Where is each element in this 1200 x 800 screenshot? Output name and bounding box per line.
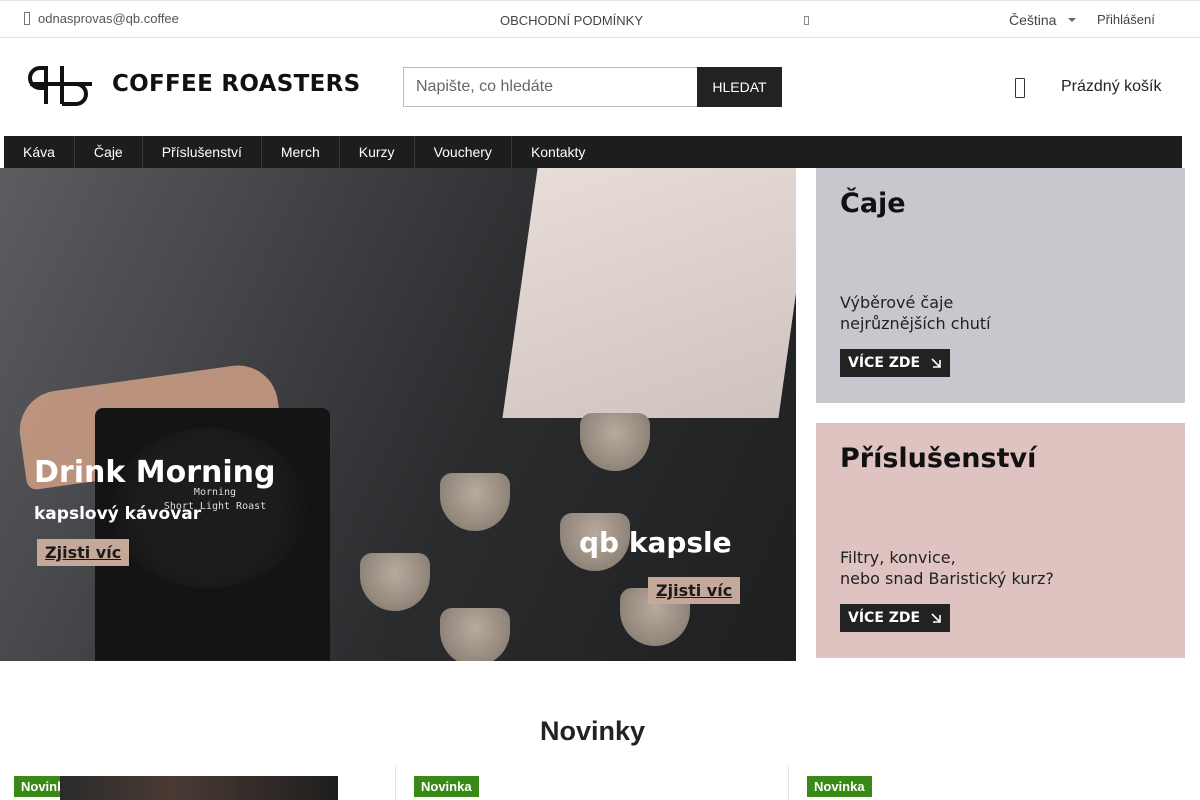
login-link[interactable]: Přihlášení [1097, 12, 1155, 27]
mail-icon [24, 12, 30, 25]
accessories-banner-desc: Filtry, konvice, nebo snad Baristický ku… [840, 548, 1054, 588]
nav-item-merch[interactable]: Merch [262, 136, 340, 168]
hero-left-title: Drink Morning [34, 455, 276, 490]
search-button[interactable]: HLEDAT [697, 67, 782, 107]
nav-item-prislusenstvi[interactable]: Příslušenství [143, 136, 262, 168]
arrow-down-right-icon [931, 358, 941, 368]
contact-email-link[interactable]: odnasprovas@qb.coffee [24, 11, 179, 26]
capsule-image [360, 553, 430, 611]
main-nav: Káva Čaje Příslušenství Merch Kurzy Vouc… [4, 136, 1182, 168]
contact-email[interactable]: odnasprovas@qb.coffee [38, 11, 179, 26]
logo[interactable]: COFFEE ROASTERS [28, 62, 361, 106]
tea-more-label: VÍCE ZDE [848, 355, 921, 371]
language-caret-icon [1068, 18, 1077, 22]
novinky-title: Novinky [539, 716, 646, 746]
nav-item-kava[interactable]: Káva [4, 136, 75, 168]
accessories-banner-title: Příslušenství [840, 443, 1037, 474]
tea-banner-title: Čaje [840, 188, 906, 219]
product-card[interactable]: Novinka [0, 766, 380, 800]
search-input[interactable] [403, 67, 697, 107]
nav-item-kurzy[interactable]: Kurzy [340, 136, 415, 168]
capsule-image [440, 608, 510, 661]
product-card[interactable]: Novinka [395, 766, 775, 800]
logo-wordmark: COFFEE ROASTERS [112, 71, 361, 97]
hero-banner[interactable]: Morning Short Light Roast Drink Morning … [0, 168, 796, 661]
nav-item-vouchery[interactable]: Vouchery [415, 136, 512, 168]
tea-more-button[interactable]: VÍCE ZDE [840, 349, 951, 377]
hero-left-subtitle: kapslový kávovar [34, 504, 202, 524]
accessories-more-button[interactable]: VÍCE ZDE [840, 604, 951, 632]
qb-logo-mark [28, 66, 92, 106]
hero-right-title: qb kapsle [579, 526, 732, 559]
new-badge: Novinka [807, 776, 872, 797]
nav-item-kontakty[interactable]: Kontakty [512, 136, 604, 168]
nav-item-caje[interactable]: Čaje [75, 136, 143, 168]
tea-banner-desc: Výběrové čaje nejrůznějších chutí [840, 293, 991, 333]
top-bar: odnasprovas@qb.coffee OBCHODNÍ PODMÍNKY … [0, 0, 1200, 38]
accessories-more-label: VÍCE ZDE [848, 610, 921, 626]
hero-right-cta[interactable]: Zjisti víc [648, 577, 741, 604]
product-image[interactable] [60, 776, 338, 800]
language-label: Čeština [1009, 12, 1057, 28]
hero-left-cta[interactable]: Zjisti víc [37, 539, 130, 566]
capsule-image [440, 473, 510, 531]
arrow-down-right-icon [931, 613, 941, 623]
capsule-image [580, 413, 650, 471]
accessories-banner[interactable]: Příslušenství Filtry, konvice, nebo snad… [816, 423, 1185, 658]
product-card[interactable]: Novinka [788, 766, 1168, 800]
language-dropdown[interactable]: Čeština [1009, 12, 1077, 28]
search-form: HLEDAT [403, 67, 782, 107]
new-badge: Novinka [414, 776, 479, 797]
capsule-box-image [502, 168, 796, 418]
cart-link[interactable]: Prázdný košík [1061, 78, 1161, 96]
info-icon[interactable] [804, 16, 809, 25]
cart-icon[interactable] [1015, 78, 1025, 98]
terms-link[interactable]: OBCHODNÍ PODMÍNKY [500, 13, 643, 28]
tea-banner[interactable]: Čaje Výběrové čaje nejrůznějších chutí V… [816, 168, 1185, 403]
